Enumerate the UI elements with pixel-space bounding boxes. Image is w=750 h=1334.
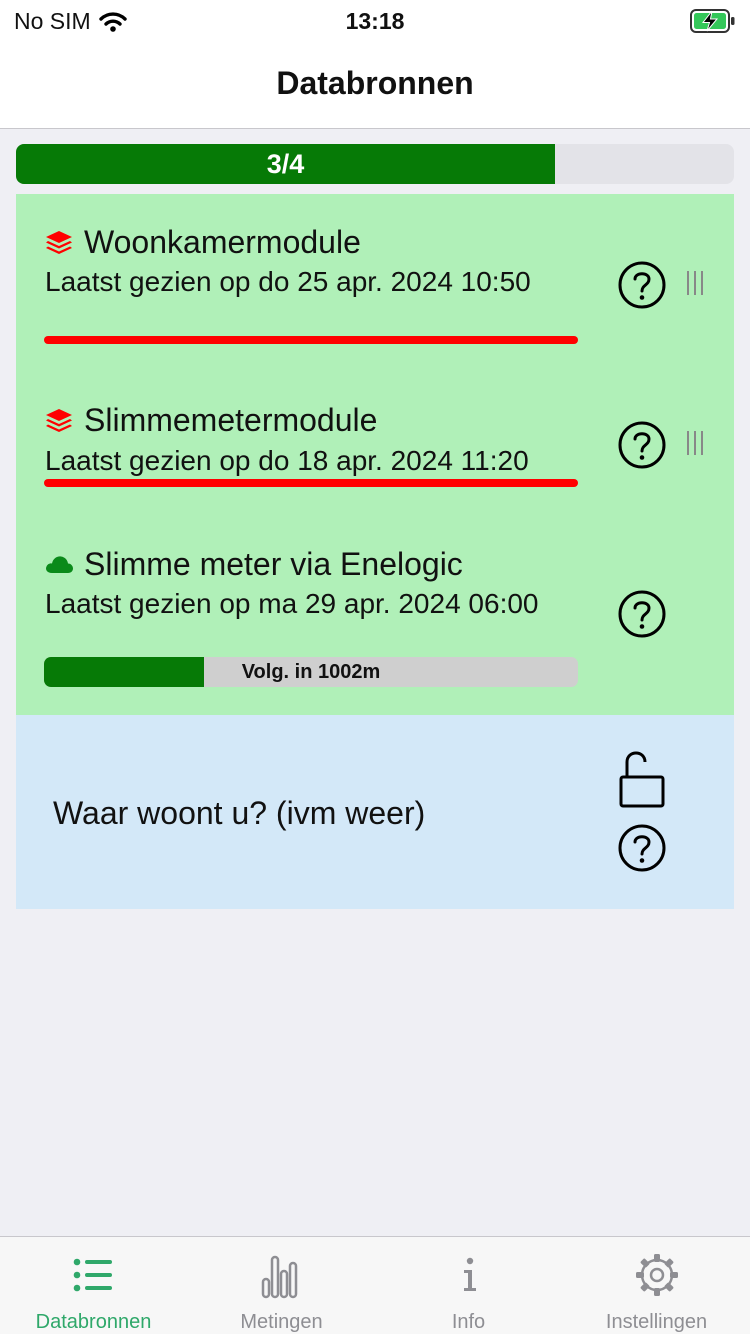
source-name: Slimmemetermodule bbox=[84, 402, 378, 438]
source-name: Slimme meter via Enelogic bbox=[84, 546, 463, 582]
location-prompt: Waar woont u? (ivm weer) bbox=[53, 795, 426, 831]
battery-icon bbox=[690, 9, 735, 33]
tab-label: Instellingen bbox=[605, 1311, 708, 1333]
tab-instellingen[interactable]: Instellingen bbox=[563, 1237, 750, 1334]
help-icon[interactable] bbox=[617, 823, 667, 873]
help-icon[interactable] bbox=[617, 589, 667, 639]
next-update-progress-bar: Volg. in 1002m bbox=[44, 657, 578, 687]
nav-bar: Databronnen bbox=[0, 42, 750, 129]
offline-indicator-line bbox=[44, 479, 578, 487]
layers-icon bbox=[46, 230, 72, 254]
source-row-woonkamermodule[interactable]: Woonkamermodule Laatst gezien op do 25 a… bbox=[16, 194, 734, 364]
layers-icon bbox=[46, 408, 72, 432]
info-icon bbox=[463, 1257, 476, 1291]
last-seen-text: Laatst gezien op do 25 apr. 2024 10:50 bbox=[45, 266, 531, 297]
drag-handle-icon[interactable] bbox=[685, 268, 705, 298]
tab-databronnen[interactable]: Databronnen bbox=[0, 1237, 187, 1334]
tab-label: Databronnen bbox=[35, 1311, 152, 1333]
cloud-icon bbox=[46, 555, 73, 573]
help-icon[interactable] bbox=[617, 420, 667, 470]
source-title: Woonkamermodule bbox=[44, 224, 361, 261]
tab-label: Metingen bbox=[240, 1311, 323, 1333]
source-title: Slimmemetermodule bbox=[44, 402, 377, 439]
tab-label: Info bbox=[451, 1311, 486, 1333]
help-icon[interactable] bbox=[617, 260, 667, 310]
tab-metingen[interactable]: Metingen bbox=[188, 1237, 375, 1334]
source-title: Slimme meter via Enelogic bbox=[44, 546, 463, 583]
bar-chart-icon bbox=[261, 1255, 297, 1299]
data-sources-list: Woonkamermodule Laatst gezien op do 25 a… bbox=[16, 194, 734, 715]
source-row-slimmemetermodule[interactable]: Slimmemetermodule Laatst gezien op do 18… bbox=[16, 364, 734, 514]
tab-info[interactable]: Info bbox=[375, 1237, 562, 1334]
last-seen-text: Laatst gezien op do 18 apr. 2024 11:20 bbox=[45, 445, 529, 476]
status-bar: No SIM 13:18 bbox=[0, 0, 750, 42]
tab-bar: Databronnen Metingen Info Instellingen bbox=[0, 1236, 750, 1334]
drag-handle-icon[interactable] bbox=[685, 428, 705, 458]
gear-icon bbox=[635, 1254, 678, 1296]
last-seen-text: Laatst gezien op ma 29 apr. 2024 06:00 bbox=[45, 588, 539, 619]
location-row[interactable]: Waar woont u? (ivm weer) bbox=[16, 715, 734, 909]
unlock-icon[interactable] bbox=[617, 747, 667, 809]
offline-indicator-line bbox=[44, 336, 578, 344]
clock: 13:18 bbox=[345, 8, 405, 34]
list-icon bbox=[73, 1258, 112, 1292]
sources-progress-bar: 3/4 bbox=[16, 144, 734, 184]
next-update-label: Volg. in 1002m bbox=[241, 661, 381, 683]
source-name: Woonkamermodule bbox=[84, 224, 361, 260]
progress-label: 3/4 bbox=[266, 149, 305, 179]
page-title: Databronnen bbox=[276, 65, 474, 101]
